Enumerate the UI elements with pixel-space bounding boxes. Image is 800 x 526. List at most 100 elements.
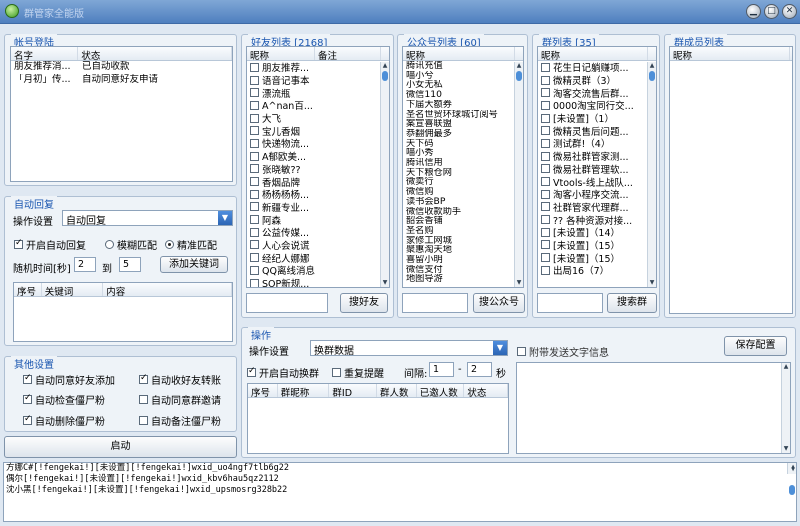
- list-item[interactable]: 社群管家代理群...: [538, 201, 656, 214]
- checkbox-icon[interactable]: [139, 416, 148, 425]
- checkbox-icon[interactable]: [250, 265, 259, 275]
- col-status-header[interactable]: 状态: [78, 47, 232, 60]
- list-item[interactable]: 测试群!（4）: [538, 137, 656, 150]
- checkbox-icon[interactable]: [23, 393, 32, 404]
- groups-scrollbar[interactable]: ▲ ▼: [647, 62, 656, 287]
- checkbox-icon[interactable]: [250, 164, 259, 174]
- list-item[interactable]: 圣名世贸环球城订阅号: [406, 110, 523, 120]
- list-item[interactable]: 微精灵群（3）: [538, 74, 656, 87]
- list-item[interactable]: 微信收款助手: [406, 207, 523, 217]
- members-list[interactable]: 昵称: [669, 46, 793, 314]
- checkbox-icon[interactable]: [541, 177, 550, 187]
- list-item[interactable]: 新疆专业...: [247, 201, 389, 214]
- col-group-id-header[interactable]: 群ID: [329, 384, 378, 397]
- checkbox-icon[interactable]: [541, 100, 550, 110]
- list-item[interactable]: 喵小兮: [406, 71, 523, 81]
- checkbox-icon[interactable]: [250, 151, 259, 161]
- checkbox-icon[interactable]: [247, 366, 256, 377]
- auto-accept-friend-checkbox[interactable]: 自动同意好友添加: [23, 372, 115, 387]
- checkbox-icon[interactable]: [541, 189, 550, 199]
- checkbox-icon[interactable]: [250, 177, 259, 187]
- list-item[interactable]: 朋友推荐...: [247, 61, 389, 74]
- random-to-input[interactable]: 5: [119, 257, 141, 272]
- attach-text-checkbox[interactable]: 附带发送文字信息: [517, 344, 609, 359]
- minimize-button[interactable]: ▁: [746, 4, 761, 19]
- switch-group-table[interactable]: 序号 群昵称 群ID 群人数 已邀人数 状态: [247, 383, 509, 454]
- official-accounts-list[interactable]: 昵称 腾讯充值 喵小兮 小女无私 微信110 下届大额券 圣名世贸环球城订阅号 案宣喜联盟恭…: [402, 46, 524, 288]
- list-item[interactable]: 经纪人娜娜: [247, 251, 389, 265]
- checkbox-icon[interactable]: [250, 278, 259, 287]
- scroll-thumb[interactable]: [649, 71, 655, 81]
- chevron-down-icon[interactable]: ▼: [782, 445, 790, 453]
- keyword-list[interactable]: 序号 关键词 内容: [13, 282, 233, 342]
- auto-check-zombie-checkbox[interactable]: 自动检查僵尸粉: [23, 392, 105, 407]
- list-item[interactable]: 语音记事本: [247, 74, 389, 87]
- checkbox-icon[interactable]: [250, 138, 259, 148]
- log-area[interactable]: 方娜C#[!fengekai!][未设置][!fengekai!]wxid_uo…: [3, 462, 797, 522]
- list-item[interactable]: 微信支付: [406, 265, 523, 275]
- maximize-button[interactable]: □: [764, 4, 779, 19]
- checkbox-icon[interactable]: [250, 215, 259, 225]
- official-scrollbar[interactable]: ▲ ▼: [514, 62, 523, 287]
- radio-icon[interactable]: [105, 240, 114, 249]
- list-item[interactable]: 出局16（7）: [538, 264, 656, 277]
- checkbox-icon[interactable]: [23, 414, 32, 425]
- checkbox-icon[interactable]: [541, 227, 550, 237]
- checkbox-icon[interactable]: [541, 265, 550, 275]
- col-index-header[interactable]: 序号: [14, 283, 42, 296]
- checkbox-icon[interactable]: [250, 189, 259, 199]
- checkbox-icon[interactable]: [250, 253, 259, 263]
- checkbox-icon[interactable]: [250, 88, 259, 98]
- checkbox-icon[interactable]: [541, 75, 550, 85]
- checkbox-icon[interactable]: [250, 100, 259, 110]
- random-from-input[interactable]: 2: [74, 257, 96, 272]
- chevron-down-icon[interactable]: ▼: [381, 279, 389, 287]
- enable-auto-reply-checkbox[interactable]: 开启自动回复: [14, 237, 86, 252]
- checkbox-icon[interactable]: [250, 227, 259, 237]
- list-item[interactable]: [未设置]（14）: [538, 226, 656, 239]
- list-item[interactable]: 聚惠淘天地: [406, 245, 523, 255]
- checkbox-icon[interactable]: [250, 113, 259, 123]
- list-item[interactable]: [未设置]（15）: [538, 239, 656, 252]
- checkbox-icon[interactable]: [250, 75, 259, 85]
- checkbox-icon[interactable]: [250, 202, 259, 212]
- list-item[interactable]: 腾讯信用: [406, 158, 523, 168]
- checkbox-icon[interactable]: [541, 88, 550, 98]
- list-item[interactable]: 案宣喜联盟: [406, 119, 523, 129]
- fuzzy-match-radio[interactable]: 模糊匹配: [105, 237, 157, 252]
- checkbox-icon[interactable]: [541, 215, 550, 225]
- interval-from-input[interactable]: 1: [429, 362, 454, 377]
- list-item[interactable]: 家修工网城: [406, 236, 523, 246]
- scroll-thumb[interactable]: [516, 71, 522, 81]
- col-group-count-header[interactable]: 群人数: [377, 384, 417, 397]
- checkbox-icon[interactable]: [541, 164, 550, 174]
- list-item[interactable]: 阿森: [247, 213, 389, 227]
- checkbox-icon[interactable]: [23, 373, 32, 384]
- list-item[interactable]: 圣名购: [406, 226, 523, 236]
- start-button[interactable]: 启动: [4, 436, 237, 458]
- col-nickname-header[interactable]: 昵称: [538, 47, 648, 60]
- account-list[interactable]: 名字 状态 朋友推荐消... 已自动收款 「月初」传... 自动同意好友申请: [10, 46, 233, 182]
- col-status-header[interactable]: 状态: [464, 384, 508, 397]
- col-nickname-header[interactable]: 昵称: [247, 47, 315, 60]
- chevron-down-icon[interactable]: ▼: [493, 341, 507, 355]
- list-item[interactable]: SOP新规...: [247, 277, 389, 287]
- scroll-thumb[interactable]: [789, 485, 795, 495]
- list-item[interactable]: 腾讯充值: [406, 61, 523, 71]
- group-search-input[interactable]: [537, 293, 603, 313]
- message-text-area[interactable]: ▲ ▼: [516, 362, 791, 454]
- list-item[interactable]: 天下粮仓网: [406, 168, 523, 178]
- chevron-up-icon[interactable]: ▲: [648, 62, 656, 70]
- list-item[interactable]: 微信购: [406, 187, 523, 197]
- checkbox-icon[interactable]: [250, 126, 259, 136]
- list-item[interactable]: 微信110: [406, 90, 523, 100]
- checkbox-icon[interactable]: [139, 395, 148, 404]
- list-item[interactable]: Vtools-线上战队...: [538, 175, 656, 189]
- repeat-reminder-checkbox[interactable]: 重复提醒: [332, 365, 384, 380]
- col-keyword-header[interactable]: 关键词: [42, 283, 104, 296]
- list-item[interactable]: [未设置]（1）: [538, 112, 656, 125]
- auto-accept-group-invite-checkbox[interactable]: 自动同意群邀请: [139, 392, 221, 407]
- table-row[interactable]: 「月初」传... 自动同意好友申请: [11, 74, 232, 87]
- add-keyword-button[interactable]: 添加关键词: [160, 256, 228, 273]
- auto-switch-group-checkbox[interactable]: 开启自动换群: [247, 365, 319, 380]
